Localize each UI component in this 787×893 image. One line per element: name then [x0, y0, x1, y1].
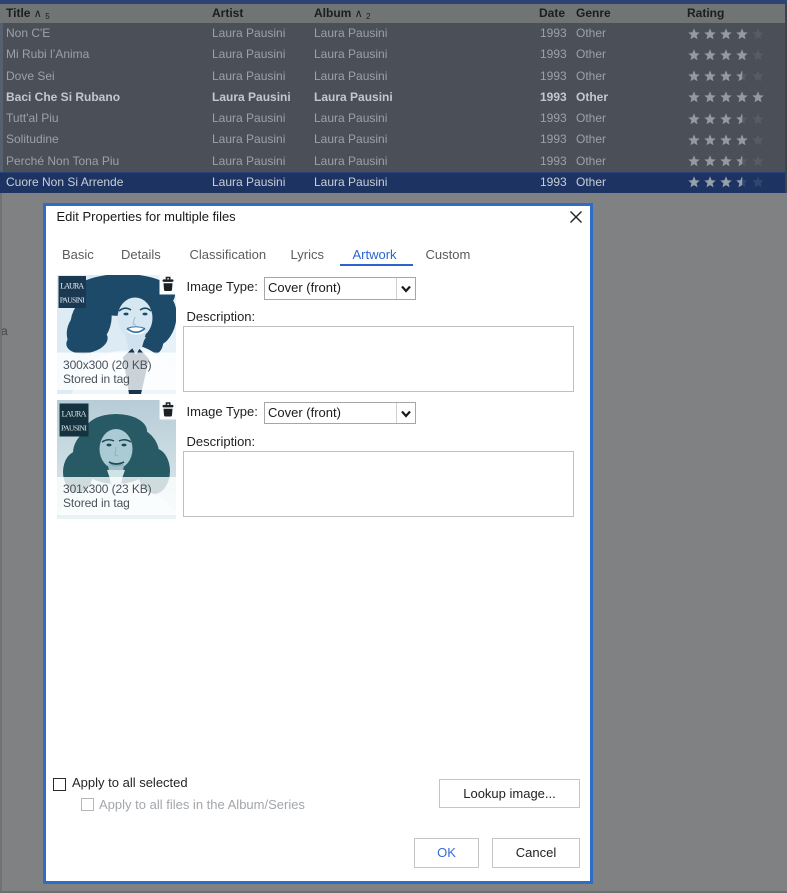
svg-text:PAUSINI: PAUSINI — [60, 296, 85, 305]
svg-text:LAURA: LAURA — [60, 282, 84, 291]
svg-text:LAURA: LAURA — [62, 409, 87, 418]
svg-text:PAUSINI: PAUSINI — [61, 423, 87, 432]
